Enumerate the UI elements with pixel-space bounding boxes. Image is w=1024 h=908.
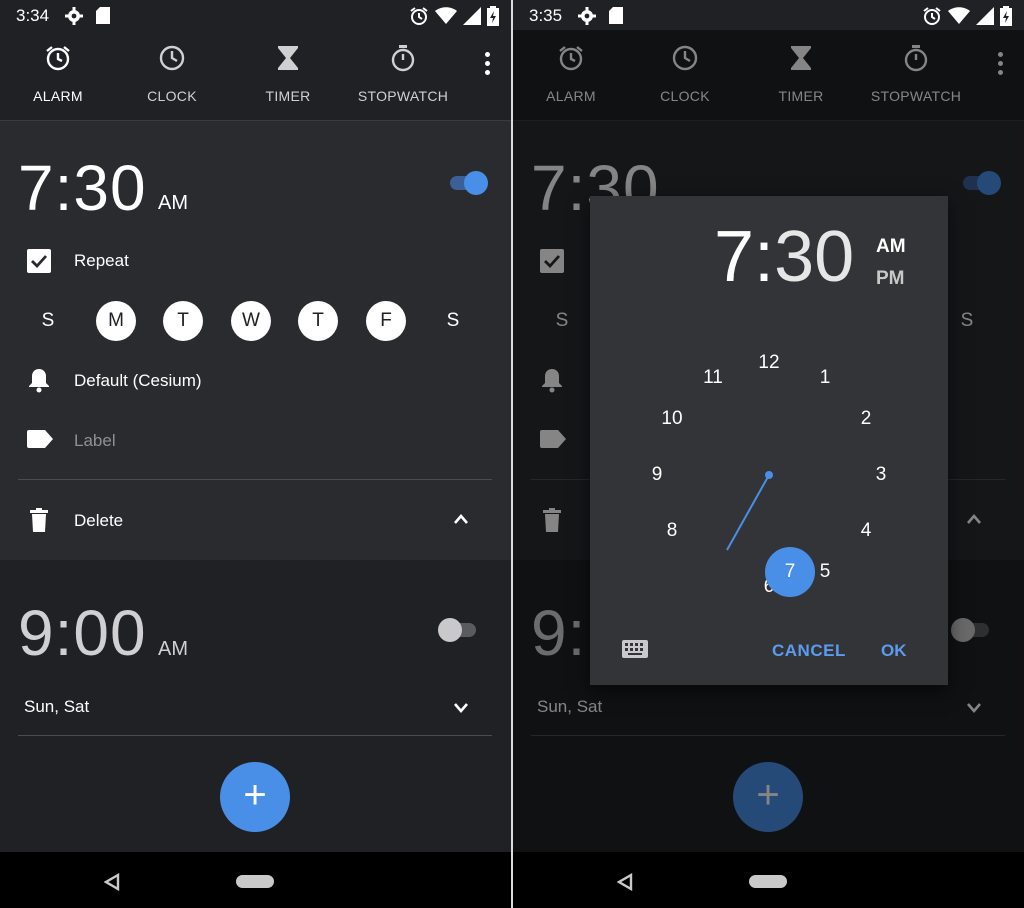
status-time: 3:34	[16, 6, 50, 25]
clock-face[interactable]: 12 1 2 3 4 5 6 7 8 9 10 11	[590, 196, 948, 685]
stopwatch-icon	[391, 45, 415, 72]
tab-timer[interactable]: TIMER	[230, 30, 346, 120]
clock-number-12[interactable]: 12	[754, 351, 784, 375]
divider	[18, 735, 492, 736]
battery-icon	[487, 6, 499, 26]
clock-number-11[interactable]: 11	[698, 366, 728, 390]
chevron-up-icon[interactable]	[454, 514, 468, 524]
label-tag-icon	[27, 430, 53, 448]
trash-icon	[30, 508, 48, 532]
clock-number-9[interactable]: 9	[642, 463, 672, 487]
home-pill[interactable]	[236, 875, 274, 888]
status-time: 3:35	[529, 6, 563, 25]
clock-icon	[159, 45, 185, 71]
keyboard-icon[interactable]	[622, 640, 648, 658]
repeat-label: Repeat	[74, 251, 129, 270]
hourglass-icon	[278, 46, 298, 70]
tab-label: TIMER	[265, 88, 311, 104]
alarm-icon	[46, 46, 70, 71]
status-bar: 3:34	[0, 0, 511, 30]
alarm-card-expanded: 7:30 AM Repeat S M T W T F S Default (Ce…	[0, 121, 511, 560]
day-thursday[interactable]: T	[298, 301, 338, 341]
home-pill[interactable]	[749, 875, 787, 888]
clock-number-1[interactable]: 1	[810, 366, 840, 390]
tab-label: STOPWATCH	[357, 88, 449, 104]
clock-number-10[interactable]: 10	[657, 407, 687, 431]
ringtone-label[interactable]: Default (Cesium)	[74, 371, 202, 391]
sd-card-icon	[609, 7, 623, 24]
day-monday[interactable]: M	[96, 301, 136, 341]
wifi-icon	[435, 7, 457, 24]
tab-bar: ALARM CLOCK TIMER STOPWATCH	[0, 30, 511, 121]
wifi-icon	[948, 7, 970, 24]
alarm-ampm: AM	[158, 192, 188, 214]
right-screen: 3:35 ALARM CLOCK TIMER STOPWATCH 7:30 S …	[513, 0, 1024, 908]
clock-number-8[interactable]: 8	[657, 519, 687, 543]
day-selector: S M T W T F S	[14, 301, 484, 341]
back-icon[interactable]	[617, 873, 633, 891]
more-options-icon[interactable]	[485, 52, 491, 79]
alarm-status-icon	[410, 7, 428, 25]
cancel-button[interactable]: CANCEL	[772, 641, 846, 661]
ok-button[interactable]: OK	[881, 641, 907, 661]
clock-hand	[726, 471, 773, 551]
alarm-toggle[interactable]	[436, 616, 480, 644]
add-alarm-button[interactable]: +	[220, 762, 290, 832]
sd-card-icon	[96, 7, 110, 24]
alarm-status-icon	[923, 7, 941, 25]
divider	[18, 479, 492, 480]
day-friday[interactable]: F	[366, 301, 406, 341]
day-tuesday[interactable]: T	[163, 301, 203, 341]
back-icon[interactable]	[104, 873, 120, 891]
repeat-days-summary: Sun, Sat	[24, 697, 90, 716]
alarm-time[interactable]: 7:30	[18, 151, 147, 225]
tab-stopwatch[interactable]: STOPWATCH	[345, 30, 461, 120]
tab-label: ALARM	[33, 88, 83, 104]
navigation-bar	[513, 852, 1024, 908]
tab-label: CLOCK	[147, 88, 197, 104]
tab-clock[interactable]: CLOCK	[114, 30, 230, 120]
bell-icon	[29, 369, 49, 393]
clock-number-7-selected[interactable]: 7	[765, 547, 815, 597]
clock-number-2[interactable]: 2	[851, 407, 881, 431]
day-wednesday[interactable]: W	[231, 301, 271, 341]
status-bar: 3:35	[513, 0, 1024, 30]
day-saturday[interactable]: S	[433, 301, 473, 341]
delete-button[interactable]: Delete	[74, 511, 123, 531]
signal-icon	[976, 7, 994, 25]
battery-icon	[1000, 6, 1012, 26]
clock-number-4[interactable]: 4	[851, 519, 881, 543]
label-field[interactable]: Label	[74, 431, 116, 451]
tab-alarm[interactable]: ALARM	[0, 30, 116, 120]
time-picker-dialog: 7:30 AM PM 12 1 2 3 4 5 6 7 8 9 10 11	[590, 196, 948, 685]
clock-number-3[interactable]: 3	[866, 463, 896, 487]
repeat-checkbox[interactable]	[27, 249, 51, 273]
settings-icon	[65, 7, 83, 25]
alarm-ampm: AM	[158, 638, 188, 660]
settings-icon	[578, 7, 596, 25]
alarm-time[interactable]: 9:00	[18, 596, 147, 670]
alarm-toggle[interactable]	[446, 169, 490, 197]
signal-icon	[463, 7, 481, 25]
chevron-down-icon[interactable]	[454, 703, 468, 713]
day-sunday[interactable]: S	[28, 301, 68, 341]
navigation-bar	[0, 852, 511, 908]
left-screen: 3:34 ALARM CLOCK TIMER STOPWATCH 7:30 AM…	[0, 0, 511, 908]
